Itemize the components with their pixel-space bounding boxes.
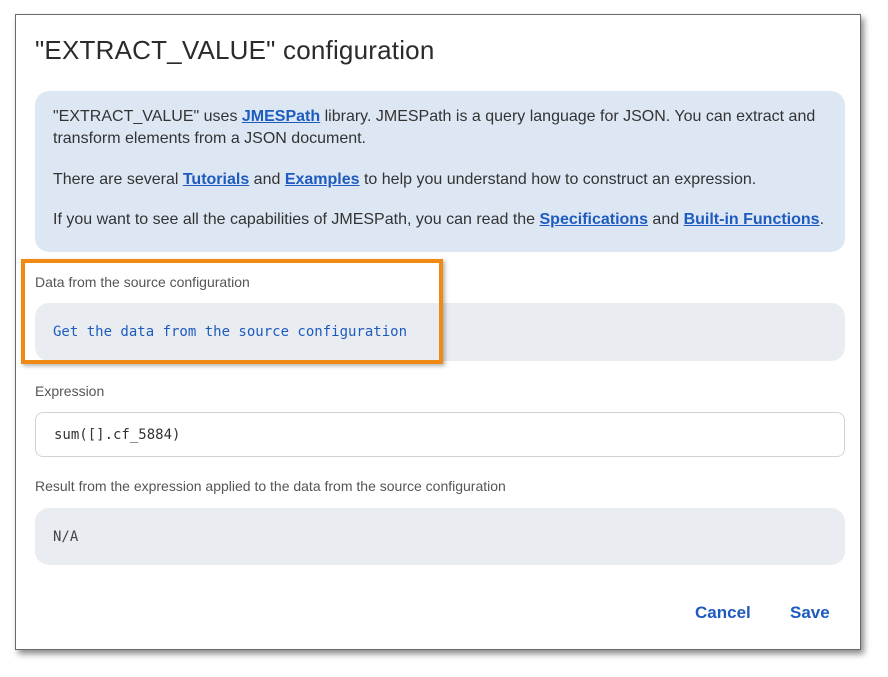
expression-input[interactable]	[35, 412, 845, 457]
info-paragraph-intro: "EXTRACT_VALUE" uses JMESPath library. J…	[53, 106, 827, 150]
cancel-button[interactable]: Cancel	[695, 603, 751, 623]
info-panel: "EXTRACT_VALUE" uses JMESPath library. J…	[35, 91, 845, 252]
builtin-functions-link[interactable]: Built-in Functions	[684, 211, 820, 228]
result-value: N/A	[53, 528, 79, 545]
info-text: There are several	[53, 171, 183, 188]
info-text: to help you understand how to construct …	[359, 171, 757, 188]
info-text: "EXTRACT_VALUE" uses	[53, 108, 242, 125]
jmespath-link[interactable]: JMESPath	[242, 108, 320, 125]
examples-link[interactable]: Examples	[285, 171, 360, 188]
save-button[interactable]: Save	[790, 603, 830, 623]
info-text: and	[647, 211, 684, 228]
info-paragraph-specs: If you want to see all the capabilities …	[53, 209, 827, 231]
get-source-data-button[interactable]: Get the data from the source configurati…	[35, 303, 845, 361]
info-paragraph-help: There are several Tutorials and Examples…	[53, 169, 827, 191]
extract-value-dialog: "EXTRACT_VALUE" configuration "EXTRACT_V…	[15, 14, 861, 650]
result-label: Result from the expression applied to th…	[35, 478, 506, 494]
tutorials-link[interactable]: Tutorials	[183, 171, 249, 188]
info-text: .	[819, 211, 825, 228]
get-source-data-text: Get the data from the source configurati…	[53, 324, 408, 340]
dialog-title: "EXTRACT_VALUE" configuration	[35, 35, 435, 65]
info-text: If you want to see all the capabilities …	[53, 211, 540, 228]
result-display: N/A	[35, 508, 845, 565]
specifications-link[interactable]: Specifications	[540, 211, 648, 228]
source-data-label: Data from the source configuration	[35, 274, 250, 290]
expression-label: Expression	[35, 383, 105, 399]
info-text: and	[249, 171, 285, 188]
